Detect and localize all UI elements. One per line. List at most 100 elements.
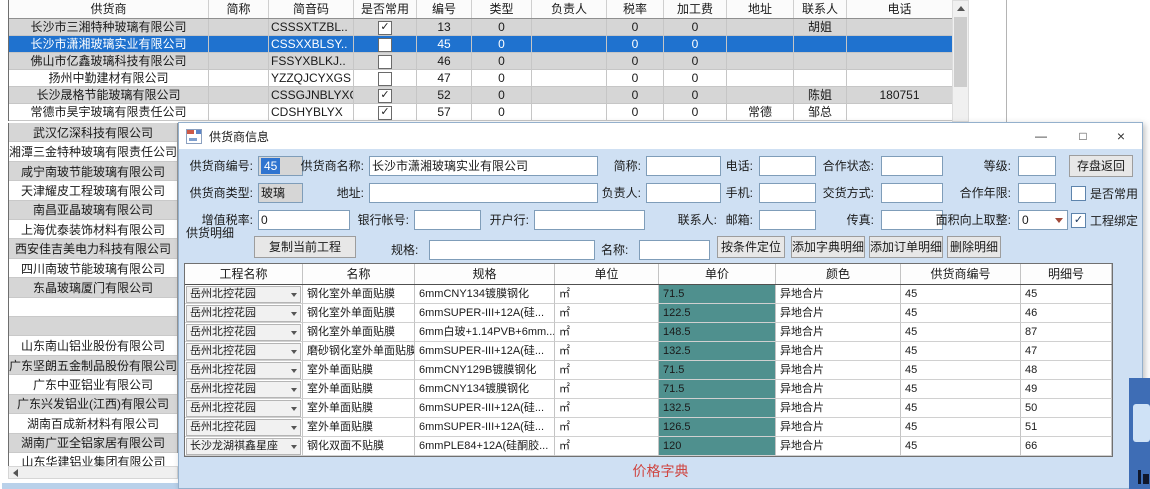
- project-combobox[interactable]: 岳州北控花园: [186, 381, 301, 398]
- address-field[interactable]: [369, 183, 598, 203]
- col-header-common[interactable]: 是否常用: [354, 0, 417, 18]
- detail-row[interactable]: 岳州北控花园室外单面贴膜6mmSUPER-III+12A(硅...㎡132.5异…: [185, 399, 1112, 418]
- close-button[interactable]: ×: [1104, 123, 1138, 149]
- bank-branch-field[interactable]: [534, 210, 645, 230]
- grade-field[interactable]: [1018, 156, 1056, 176]
- dialog-titlebar[interactable]: 供货商信息 — □ ×: [179, 123, 1142, 149]
- supplier-row[interactable]: 扬州中勤建材有限公司YZZQJCYXGS47000: [9, 70, 953, 87]
- coop-status-field[interactable]: [881, 156, 943, 176]
- supplier-row[interactable]: 长沙市三湘特种玻璃有限公司CSSSXTZBL..✓13000胡姐: [9, 19, 953, 36]
- checkbox-unchecked[interactable]: [378, 55, 392, 69]
- col-header-supplier_no[interactable]: 供货商编号: [901, 264, 1021, 284]
- copy-current-project-button[interactable]: 复制当前工程: [254, 236, 356, 258]
- col-header-code[interactable]: 简音码: [269, 0, 354, 18]
- checkbox-checked[interactable]: ✓: [378, 106, 392, 120]
- scrollbar-thumb[interactable]: [954, 17, 967, 87]
- supplier-list-item[interactable]: 广东兴发铝业(江西)有限公司: [9, 395, 177, 414]
- supplier-grid-vertical-scrollbar[interactable]: [952, 0, 969, 122]
- col-header-spec[interactable]: 规格: [415, 264, 555, 284]
- supplier-row[interactable]: 长沙市潇湘玻璃实业有限公司CSSXXBLSY..45000: [9, 36, 953, 53]
- delivery-field[interactable]: [881, 183, 943, 203]
- supplier-list-item[interactable]: 东晶玻璃厦门有限公司: [9, 278, 177, 297]
- vat-rate-field[interactable]: 0: [258, 210, 350, 230]
- col-header-price[interactable]: 单价: [659, 264, 776, 284]
- manager-field[interactable]: [646, 183, 721, 203]
- supplier-list-item[interactable]: 广东中亚铝业有限公司: [9, 375, 177, 394]
- common-use-checkbox[interactable]: 是否常用: [1071, 185, 1138, 201]
- supplier-grid-horizontal-scrollbar[interactable]: [8, 466, 178, 479]
- col-header-detail_no[interactable]: 明细号: [1021, 264, 1112, 284]
- supplier-list-empty-row[interactable]: [9, 298, 177, 317]
- project-combobox[interactable]: 长沙龙湖祺鑫星座: [186, 438, 301, 455]
- detail-row[interactable]: 岳州北控花园磨砂钢化室外单面贴膜6mmSUPER-III+12A(硅...㎡13…: [185, 342, 1112, 361]
- add-order-detail-button[interactable]: 添加订单明细: [869, 236, 943, 258]
- project-combobox[interactable]: 岳州北控花园: [186, 343, 301, 360]
- col-header-manager[interactable]: 负责人: [532, 0, 607, 18]
- checkbox-checked[interactable]: ✓: [378, 21, 392, 35]
- coop-years-field[interactable]: [1018, 183, 1056, 203]
- name-filter-input[interactable]: [639, 240, 710, 260]
- spec-filter-input[interactable]: [429, 240, 595, 260]
- supplier-row[interactable]: 佛山市亿鑫玻璃科技有限公司FSSYXBLKJ..46000: [9, 53, 953, 70]
- supplier-list-item[interactable]: 天津耀皮工程玻璃有限公司: [9, 181, 177, 200]
- checkbox-unchecked[interactable]: [378, 72, 392, 86]
- supplier-list-item[interactable]: 西安佳吉美电力科技有限公司: [9, 239, 177, 258]
- detail-row[interactable]: 岳州北控花园室外单面贴膜6mmCNY129B镀膜钢化㎡71.5异地合片4548: [185, 361, 1112, 380]
- delete-detail-button[interactable]: 删除明细: [947, 236, 1001, 258]
- detail-row[interactable]: 岳州北控花园室外单面贴膜6mmSUPER-III+12A(硅...㎡126.5异…: [185, 418, 1112, 437]
- col-header-fee[interactable]: 加工费: [664, 0, 727, 18]
- bank-account-field[interactable]: [414, 210, 481, 230]
- col-header-abbr[interactable]: 简称: [209, 0, 269, 18]
- supplier-row-clipped[interactable]: 山东华建铝业集团有限公司: [8, 453, 178, 466]
- supplier-row[interactable]: 常德市昊宇玻璃有限责任公司CDSHYBLYX✓57000常德邹总: [9, 104, 953, 121]
- add-dictionary-detail-button[interactable]: 添加字典明细: [791, 236, 865, 258]
- checkbox-checked[interactable]: ✓: [378, 89, 392, 103]
- supplier-list-empty-row[interactable]: [9, 317, 177, 336]
- project-combobox[interactable]: 岳州北控花园: [186, 324, 301, 341]
- scroll-left-icon[interactable]: [9, 469, 22, 477]
- col-header-phone[interactable]: 电话: [847, 0, 953, 18]
- col-header-name[interactable]: 供货商: [9, 0, 209, 18]
- detail-row[interactable]: 岳州北控花园钢化室外单面贴膜6mmSUPER-III+12A(硅...㎡122.…: [185, 304, 1112, 323]
- supplier-list-item[interactable]: 咸宁南玻节能玻璃有限公司: [9, 162, 177, 181]
- supplier-list-item[interactable]: 武汉亿深科技有限公司: [9, 123, 177, 142]
- detail-row[interactable]: 岳州北控花园钢化室外单面贴膜6mmCNY134镀膜钢化㎡71.5异地合片4545: [185, 285, 1112, 304]
- mobile-field[interactable]: [759, 183, 816, 203]
- supplier-list-item[interactable]: 湖南广亚全铝家居有限公司: [9, 434, 177, 453]
- supplier-list-item[interactable]: 上海优泰装饰材料有限公司: [9, 220, 177, 239]
- scroll-up-icon[interactable]: [953, 1, 968, 16]
- project-combobox[interactable]: 岳州北控花园: [186, 286, 301, 303]
- save-return-button[interactable]: 存盘返回: [1069, 155, 1133, 177]
- col-header-color[interactable]: 颜色: [776, 264, 901, 284]
- supplier-list-item[interactable]: 湘潭三金特种玻璃有限责任公司: [9, 142, 177, 161]
- locate-by-condition-button[interactable]: 按条件定位: [717, 236, 785, 258]
- supplier-list-item[interactable]: 广东坚朗五金制品股份有限公司: [9, 356, 177, 375]
- maximize-button[interactable]: □: [1066, 123, 1100, 149]
- detail-row[interactable]: 岳州北控花园钢化室外单面贴膜6mm白玻+1.14PVB+6mm...㎡148.5…: [185, 323, 1112, 342]
- detail-row[interactable]: 长沙龙湖祺鑫星座钢化双面不贴膜6mmPLE84+12A(硅酮胶...㎡120异地…: [185, 437, 1112, 456]
- col-header-type[interactable]: 类型: [472, 0, 532, 18]
- project-combobox[interactable]: 岳州北控花园: [186, 305, 301, 322]
- right-scrollbar-thumb[interactable]: [1133, 404, 1150, 442]
- checkbox-unchecked[interactable]: [378, 38, 392, 52]
- phone-field[interactable]: [759, 156, 816, 176]
- supplier-list-item[interactable]: 四川南玻节能玻璃有限公司: [9, 259, 177, 278]
- project-combobox[interactable]: 岳州北控花园: [186, 362, 301, 379]
- supplier-list-item[interactable]: 南昌亚晶玻璃有限公司: [9, 201, 177, 220]
- supplier-row[interactable]: 长沙晟格节能玻璃有限公司CSSGJNBLYXGS✓52000陈姐180751: [9, 87, 953, 104]
- area-round-combobox[interactable]: 0: [1018, 210, 1068, 230]
- supplier-name-field[interactable]: 长沙市潇湘玻璃实业有限公司: [369, 156, 598, 176]
- supplier-list-item[interactable]: 湖南百成新材料有限公司: [9, 414, 177, 433]
- project-binding-checkbox[interactable]: ✓ 工程绑定: [1071, 212, 1138, 228]
- project-combobox[interactable]: 岳州北控花园: [186, 400, 301, 417]
- col-header-number[interactable]: 编号: [417, 0, 472, 18]
- supplier-list-item[interactable]: 山东南山铝业股份有限公司: [9, 336, 177, 355]
- col-header-contact[interactable]: 联系人: [794, 0, 847, 18]
- detail-row[interactable]: 岳州北控花园室外单面贴膜6mmCNY134镀膜钢化㎡71.5异地合片4549: [185, 380, 1112, 399]
- abbr-field[interactable]: [646, 156, 721, 176]
- col-header-unit[interactable]: 单位: [555, 264, 659, 284]
- project-combobox[interactable]: 岳州北控花园: [186, 419, 301, 436]
- minimize-button[interactable]: —: [1024, 123, 1058, 149]
- email-field[interactable]: [759, 210, 816, 230]
- col-header-name[interactable]: 名称: [303, 264, 415, 284]
